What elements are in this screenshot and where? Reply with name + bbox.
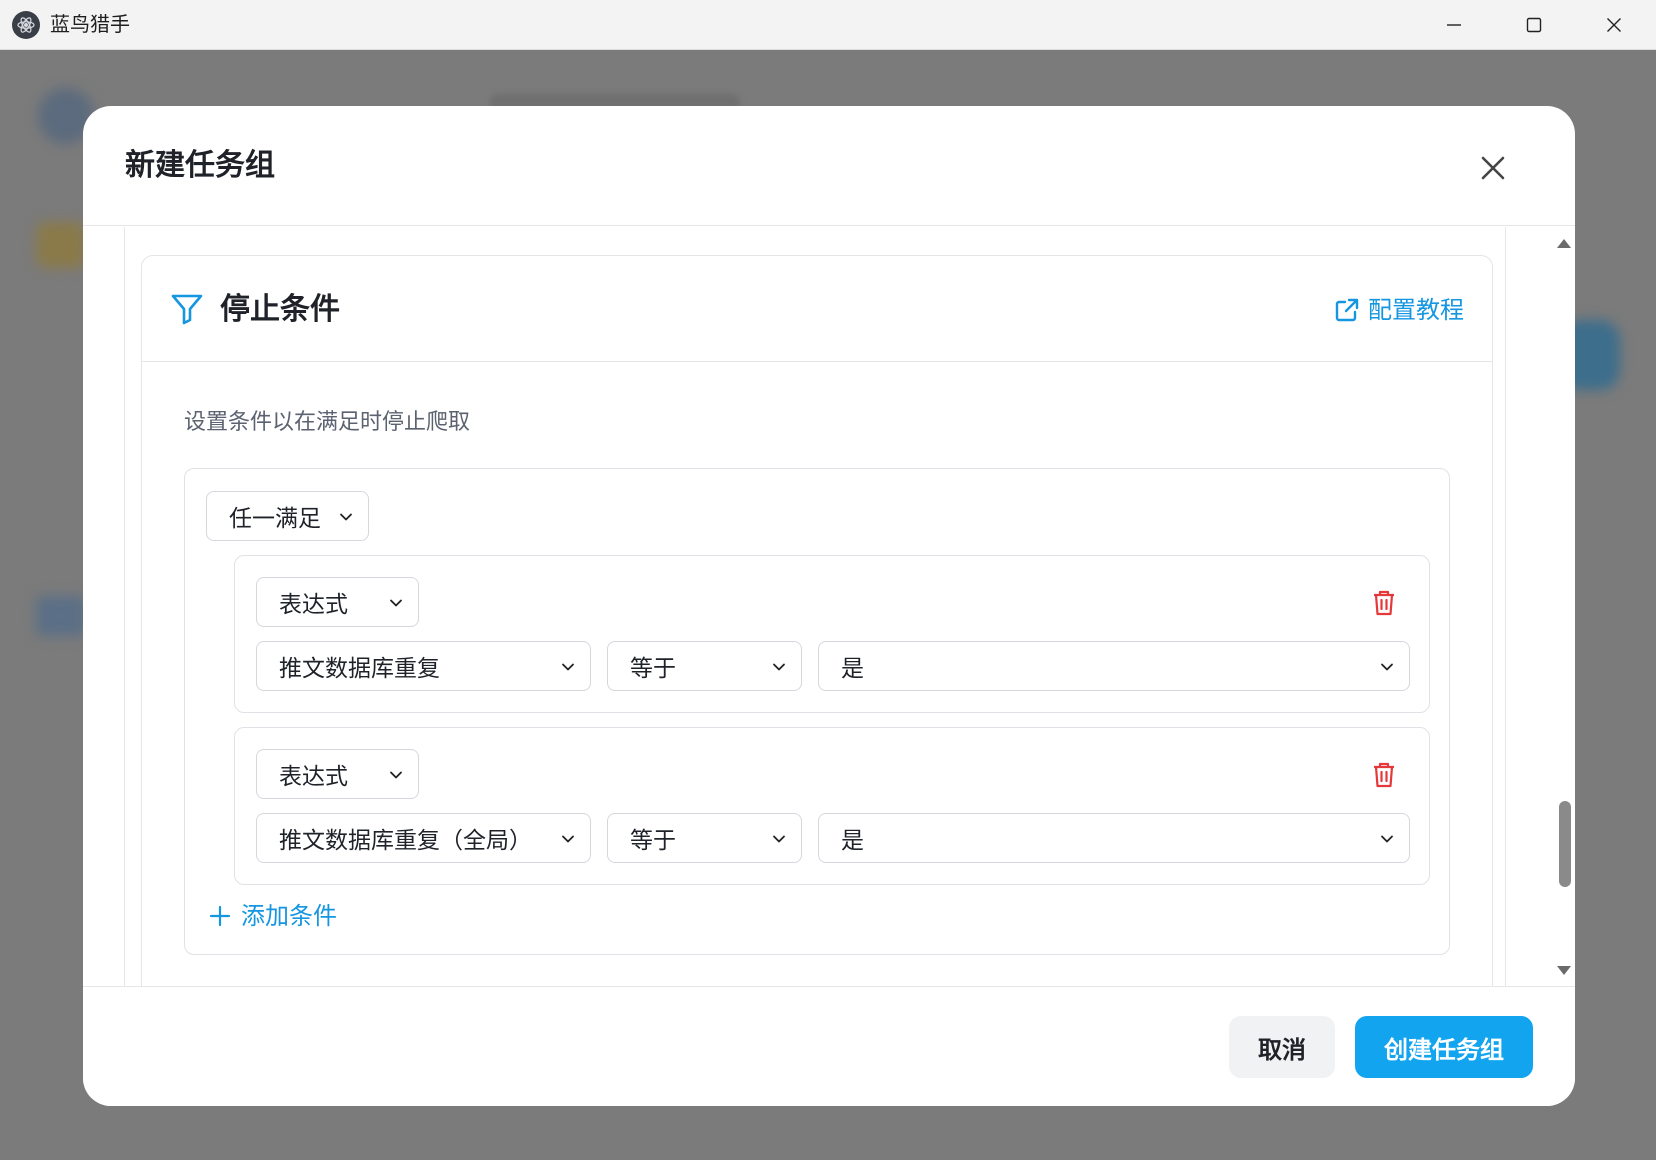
maximize-icon <box>1526 17 1542 33</box>
condition-type-select[interactable]: 表达式 <box>256 749 419 799</box>
stop-conditions-card: 停止条件 配置教程 设置条件以在满足时停止爬取 任一满足 表达式 推文数据库重复… <box>141 255 1493 992</box>
create-task-group-dialog: 新建任务组 停止条件 配置教程 设置条件以在满足时停止爬取 任一满足 表达式 推… <box>83 106 1575 1106</box>
scroll-up-icon[interactable] <box>1556 237 1572 249</box>
condition-type-value: 表达式 <box>279 764 348 790</box>
chevron-down-icon <box>562 663 574 671</box>
chevron-down-icon <box>773 835 785 843</box>
close-icon <box>1481 156 1505 180</box>
card-header: 停止条件 配置教程 <box>142 256 1492 362</box>
divider <box>124 227 125 992</box>
minimize-icon <box>1447 24 1461 26</box>
condition-field-select[interactable]: 推文数据库重复（全局） <box>256 813 591 863</box>
section-description: 设置条件以在满足时停止爬取 <box>184 410 471 435</box>
create-task-group-button[interactable]: 创建任务组 <box>1355 1016 1533 1078</box>
window-close-icon <box>1607 18 1621 32</box>
condition-value: 是 <box>841 828 864 854</box>
condition-operator-select[interactable]: 等于 <box>607 641 802 691</box>
scroll-down-icon[interactable] <box>1556 965 1572 977</box>
condition-item: 表达式 推文数据库重复 等于 是 <box>234 555 1430 713</box>
chevron-down-icon <box>1381 835 1393 843</box>
group-mode-value: 任一满足 <box>229 506 321 532</box>
config-tutorial-link[interactable]: 配置教程 <box>1334 292 1464 328</box>
condition-field-value: 推文数据库重复（全局） <box>279 828 532 854</box>
condition-operator-select[interactable]: 等于 <box>607 813 802 863</box>
delete-condition-button[interactable] <box>1369 760 1399 790</box>
app-title: 蓝鸟猎手 <box>50 12 130 36</box>
add-condition-label: 添加条件 <box>241 902 337 930</box>
condition-value: 是 <box>841 656 864 682</box>
chevron-down-icon <box>562 835 574 843</box>
external-link-icon <box>1335 298 1359 322</box>
condition-value-select[interactable]: 是 <box>818 641 1410 691</box>
dialog-title: 新建任务组 <box>125 148 275 183</box>
delete-condition-button[interactable] <box>1369 588 1399 618</box>
group-mode-select[interactable]: 任一满足 <box>206 491 369 541</box>
condition-operator-value: 等于 <box>630 656 676 682</box>
condition-type-value: 表达式 <box>279 592 348 618</box>
add-condition-button[interactable]: 添加条件 <box>209 899 337 933</box>
bg-icon <box>36 222 86 268</box>
chevron-down-icon <box>390 771 402 779</box>
tutorial-link-label: 配置教程 <box>1368 296 1464 324</box>
section-title: 停止条件 <box>220 292 340 327</box>
divider <box>1505 227 1506 992</box>
chevron-down-icon <box>390 599 402 607</box>
trash-icon <box>1374 590 1394 616</box>
window-close-button[interactable] <box>1575 0 1653 50</box>
maximize-button[interactable] <box>1495 0 1573 50</box>
condition-value-select[interactable]: 是 <box>818 813 1410 863</box>
minimize-button[interactable] <box>1415 0 1493 50</box>
trash-icon <box>1374 762 1394 788</box>
chevron-down-icon <box>340 513 352 521</box>
condition-operator-value: 等于 <box>630 828 676 854</box>
dialog-footer: 取消 创建任务组 <box>83 986 1575 1106</box>
scrollbar-thumb[interactable] <box>1559 801 1571 887</box>
chevron-down-icon <box>1381 663 1393 671</box>
dialog-header: 新建任务组 <box>83 106 1575 226</box>
plus-icon <box>209 905 231 927</box>
cancel-button[interactable]: 取消 <box>1229 1016 1335 1078</box>
vertical-scrollbar[interactable] <box>1553 227 1575 992</box>
condition-field-value: 推文数据库重复 <box>279 656 440 682</box>
condition-type-select[interactable]: 表达式 <box>256 577 419 627</box>
condition-field-select[interactable]: 推文数据库重复 <box>256 641 591 691</box>
dialog-close-button[interactable] <box>1475 150 1511 186</box>
condition-group: 任一满足 表达式 推文数据库重复 等于 是 表达式 推文数据库重复（全局） 等于… <box>184 468 1450 955</box>
bg-nav-item <box>36 596 86 636</box>
app-logo-icon <box>12 11 40 39</box>
dialog-body[interactable]: 停止条件 配置教程 设置条件以在满足时停止爬取 任一满足 表达式 推文数据库重复… <box>83 227 1575 992</box>
chevron-down-icon <box>773 663 785 671</box>
filter-icon <box>171 294 203 325</box>
condition-item: 表达式 推文数据库重复（全局） 等于 是 <box>234 727 1430 885</box>
window-titlebar: 蓝鸟猎手 <box>0 0 1656 50</box>
